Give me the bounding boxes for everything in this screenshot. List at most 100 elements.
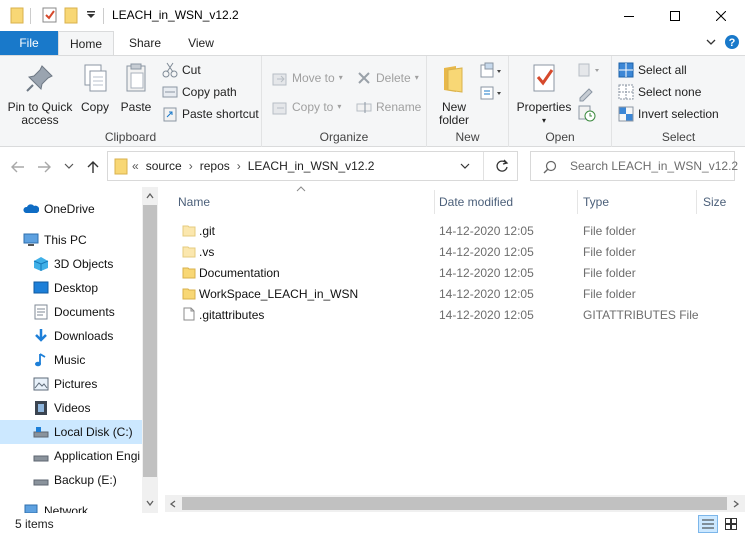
- select-none-button[interactable]: Select none: [618, 82, 701, 102]
- nav-item-this-pc[interactable]: This PC: [0, 228, 142, 252]
- nav-label: OneDrive: [44, 202, 95, 216]
- pictures-icon: [33, 377, 49, 391]
- paste-button[interactable]: Paste: [117, 62, 155, 114]
- file-row[interactable]: .gitattributes 14-12-2020 12:05 GITATTRI…: [165, 304, 725, 325]
- column-header-type[interactable]: Type: [583, 190, 609, 214]
- nav-item-videos[interactable]: Videos: [0, 396, 142, 420]
- file-row[interactable]: .git 14-12-2020 12:05 File folder: [165, 220, 725, 241]
- help-icon[interactable]: ?: [724, 34, 740, 50]
- file-date: 14-12-2020 12:05: [439, 307, 534, 322]
- properties-label: Properties: [516, 100, 572, 114]
- chevron-down-icon[interactable]: [706, 39, 716, 47]
- nav-item-3d-objects[interactable]: 3D Objects: [0, 252, 142, 276]
- select-all-button[interactable]: Select all: [618, 60, 687, 80]
- nav-item-documents[interactable]: Documents: [0, 300, 142, 324]
- breadcrumb-overflow[interactable]: «: [132, 159, 139, 173]
- search-box[interactable]: Search LEACH_in_WSN_v12.2: [530, 151, 738, 181]
- refresh-icon[interactable]: [495, 159, 509, 173]
- paste-shortcut-button[interactable]: Paste shortcut: [162, 104, 259, 124]
- properties-check-icon[interactable]: [42, 6, 58, 24]
- nav-item-music[interactable]: Music: [0, 348, 142, 372]
- copy-path-button[interactable]: Copy path: [162, 82, 237, 102]
- file-row[interactable]: .vs 14-12-2020 12:05 File folder: [165, 241, 725, 262]
- column-header-date-modified[interactable]: Date modified: [439, 190, 513, 214]
- nav-label: Network: [44, 504, 89, 513]
- scroll-up-arrow-icon[interactable]: [146, 193, 154, 199]
- details-view-button[interactable]: [698, 515, 718, 533]
- edit-pencil-icon[interactable]: [577, 84, 597, 102]
- maximize-button[interactable]: [652, 0, 698, 31]
- file-row[interactable]: WorkSpace_LEACH_in_WSN 14-12-2020 12:05 …: [165, 283, 725, 304]
- nav-item-local-disk-c[interactable]: Local Disk (C:): [0, 420, 142, 444]
- cut-button[interactable]: Cut: [162, 60, 201, 80]
- new-folder-icon[interactable]: [64, 6, 78, 24]
- file-name: WorkSpace_LEACH_in_WSN: [199, 286, 359, 301]
- file-type: File folder: [583, 286, 636, 301]
- copy-button[interactable]: Copy: [76, 62, 114, 114]
- copy-to-button[interactable]: Copy to ▾: [272, 97, 341, 117]
- scroll-left-arrow-icon[interactable]: [170, 500, 176, 508]
- nav-item-downloads[interactable]: Downloads: [0, 324, 142, 348]
- tab-home[interactable]: Home: [58, 31, 114, 55]
- nav-label: Videos: [54, 401, 91, 415]
- forward-arrow-icon[interactable]: [36, 160, 52, 174]
- file-list-horizontal-scrollbar[interactable]: [165, 495, 745, 512]
- nav-item-backup-e[interactable]: Backup (E:): [0, 468, 142, 492]
- rename-button[interactable]: Rename: [356, 97, 421, 117]
- minimize-button[interactable]: [606, 0, 652, 31]
- pin-to-quick-access-button[interactable]: Pin to Quick access: [4, 62, 76, 127]
- scrollbar-thumb[interactable]: [143, 205, 157, 477]
- column-header-name[interactable]: Name: [178, 190, 210, 214]
- nav-label: Music: [54, 353, 86, 367]
- properties-button[interactable]: Properties ▾: [513, 62, 575, 127]
- search-input[interactable]: Search LEACH_in_WSN_v12.2: [570, 159, 738, 173]
- tab-view[interactable]: View: [176, 31, 226, 55]
- nav-item-pictures[interactable]: Pictures: [0, 372, 142, 396]
- easy-access-icon[interactable]: [479, 84, 503, 102]
- address-history-chevron-icon[interactable]: [460, 163, 470, 171]
- item-count: 5 items: [15, 517, 54, 531]
- sort-ascending-indicator-icon: [296, 186, 306, 192]
- address-bar[interactable]: « source › repos › LEACH_in_WSN_v12.2: [107, 151, 518, 181]
- file-row[interactable]: Documentation 14-12-2020 12:05 File fold…: [165, 262, 725, 283]
- nav-item-application-drive[interactable]: Application Engi: [0, 444, 142, 468]
- breadcrumb-separator[interactable]: ›: [237, 159, 241, 173]
- select-group-label: Select: [661, 130, 696, 144]
- scroll-down-arrow-icon[interactable]: [146, 500, 154, 506]
- file-name: .gitattributes: [199, 307, 265, 322]
- scrollbar-thumb[interactable]: [182, 497, 727, 510]
- close-button[interactable]: [698, 0, 744, 31]
- move-to-button[interactable]: Move to ▾: [272, 68, 343, 88]
- breadcrumb-repos[interactable]: repos: [200, 159, 230, 173]
- nav-label: Documents: [54, 305, 115, 319]
- select-none-icon: [618, 84, 634, 100]
- copy-icon: [84, 64, 107, 92]
- nav-pane-scrollbar[interactable]: [142, 187, 158, 513]
- large-icons-view-button[interactable]: [721, 515, 741, 533]
- breadcrumb-source[interactable]: source: [146, 159, 182, 173]
- back-arrow-icon[interactable]: [10, 160, 26, 174]
- copy-to-dropdown-icon: ▾: [337, 102, 342, 111]
- breadcrumb-separator[interactable]: ›: [189, 159, 193, 173]
- folder-icon: [182, 288, 196, 300]
- nav-item-onedrive[interactable]: OneDrive: [0, 197, 142, 221]
- open-icon[interactable]: [577, 62, 605, 80]
- invert-selection-button[interactable]: Invert selection: [618, 104, 719, 124]
- column-header-size[interactable]: Size: [703, 190, 726, 214]
- tab-share[interactable]: Share: [120, 31, 170, 55]
- new-item-icon[interactable]: [479, 62, 503, 80]
- customize-dropdown-icon[interactable]: [86, 10, 96, 20]
- nav-label: 3D Objects: [54, 257, 114, 271]
- nav-item-network[interactable]: Network: [0, 499, 142, 513]
- new-folder-button[interactable]: New folder: [433, 62, 475, 127]
- paste-label: Paste: [120, 100, 152, 114]
- copy-path-icon: [162, 86, 178, 98]
- history-icon[interactable]: [577, 104, 597, 122]
- scroll-right-arrow-icon[interactable]: [733, 500, 739, 508]
- recent-locations-chevron-icon[interactable]: [64, 163, 74, 171]
- nav-item-desktop[interactable]: Desktop: [0, 276, 142, 300]
- up-arrow-icon[interactable]: [86, 160, 100, 174]
- delete-button[interactable]: Delete ▾: [356, 68, 419, 88]
- tab-file[interactable]: File: [0, 31, 58, 55]
- breadcrumb-current-folder[interactable]: LEACH_in_WSN_v12.2: [248, 159, 375, 173]
